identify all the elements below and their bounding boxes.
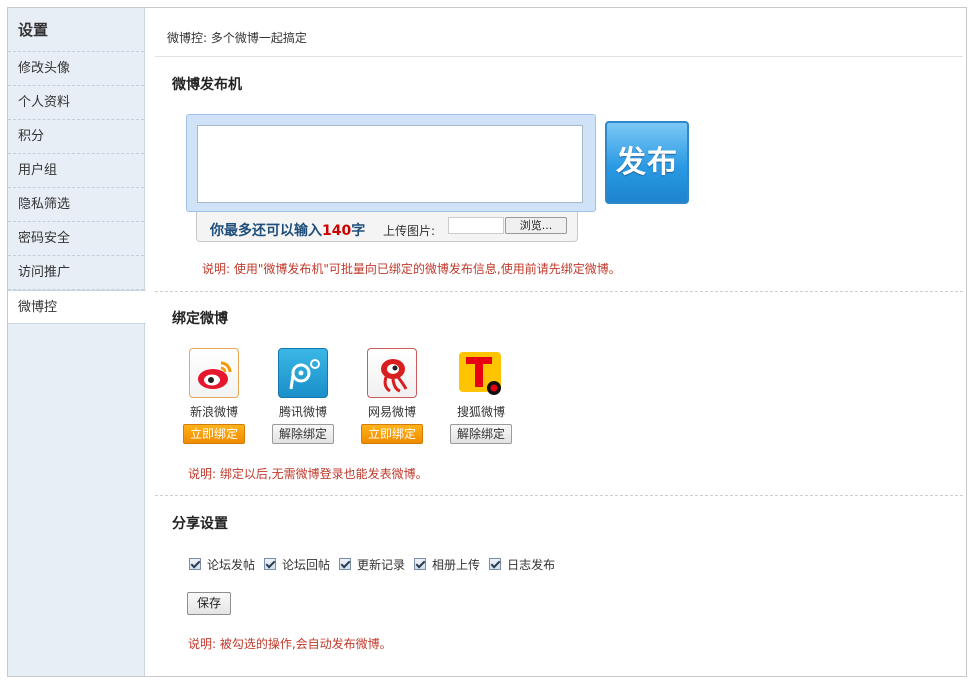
checkbox-forum-reply[interactable] — [264, 558, 277, 570]
sidebar-title: 设置 — [8, 8, 144, 52]
bind-note: 说明: 绑定以后,无需微博登录也能发表微博。 — [188, 467, 428, 481]
upload-file-input[interactable] — [448, 217, 504, 234]
sidebar-item-weibo[interactable]: 微博控 — [8, 290, 146, 324]
bind-title: 绑定微博 — [172, 311, 228, 327]
remaining-suffix: 字 — [351, 223, 366, 239]
service-name: 搜狐微博 — [456, 405, 505, 419]
checkbox-label: 日志发布 — [507, 557, 556, 572]
sohu-weibo-icon — [456, 348, 506, 398]
checkbox-album-upload[interactable] — [414, 558, 427, 570]
publisher-note: 说明: 使用"微博发布机"可批量向已绑定的微博发布信息,使用前请先绑定微博。 — [202, 262, 621, 276]
share-options: 论坛发帖 论坛回帖 更新记录 相册上传 日志发布 — [189, 556, 564, 572]
main-content: 微博控: 多个微博一起搞定 微博发布机 你最多还可以输入140字 上传图片: 浏… — [155, 8, 965, 676]
checkbox-label: 论坛发帖 — [207, 557, 256, 572]
checkbox-label: 相册上传 — [432, 557, 481, 572]
service-sohu: 搜狐微博 解除绑定 — [445, 348, 517, 444]
share-note: 说明: 被勾选的操作,会自动发布微博。 — [188, 637, 392, 651]
unbind-button[interactable]: 解除绑定 — [450, 424, 512, 444]
page-frame: 设置 修改头像 个人资料 积分 用户组 隐私筛选 密码安全 访问推广 微博控 微… — [7, 7, 967, 677]
divider — [155, 291, 963, 292]
save-button[interactable]: 保存 — [187, 592, 231, 615]
service-tencent: 腾讯微博 解除绑定 — [267, 348, 339, 444]
service-netease: 网易微博 立即绑定 — [356, 348, 428, 444]
remaining-prefix: 你最多还可以输入 — [210, 223, 322, 239]
publisher-title: 微博发布机 — [172, 77, 242, 93]
share-title: 分享设置 — [172, 516, 228, 532]
publisher-toolbar: 你最多还可以输入140字 上传图片: 浏览... — [196, 212, 578, 242]
divider — [155, 495, 963, 496]
checkbox-forum-post[interactable] — [189, 558, 201, 570]
bind-button[interactable]: 立即绑定 — [361, 424, 423, 444]
service-name: 腾讯微博 — [278, 405, 327, 419]
divider — [155, 56, 963, 57]
remaining-count: 140 — [322, 223, 352, 239]
service-name: 新浪微博 — [189, 405, 238, 419]
netease-weibo-icon — [367, 348, 417, 398]
checkbox-blog-post[interactable] — [489, 558, 502, 570]
bind-button[interactable]: 立即绑定 — [183, 424, 245, 444]
sidebar-item-credits[interactable]: 积分 — [8, 120, 144, 154]
sidebar: 设置 修改头像 个人资料 积分 用户组 隐私筛选 密码安全 访问推广 微博控 — [8, 8, 146, 676]
sidebar-item-usergroup[interactable]: 用户组 — [8, 154, 144, 188]
sidebar-item-privacy[interactable]: 隐私筛选 — [8, 188, 144, 222]
service-name: 网易微博 — [367, 405, 416, 419]
sina-weibo-icon — [189, 348, 239, 398]
sidebar-item-promotion[interactable]: 访问推广 — [8, 256, 144, 290]
sidebar-item-profile[interactable]: 个人资料 — [8, 86, 144, 120]
checkbox-update-record[interactable] — [339, 558, 352, 570]
publish-button[interactable]: 发布 — [605, 121, 689, 204]
service-sina: 新浪微博 立即绑定 — [178, 348, 250, 444]
checkbox-label: 论坛回帖 — [282, 557, 331, 572]
breadcrumb: 微博控: 多个微博一起搞定 — [167, 31, 307, 45]
unbind-button[interactable]: 解除绑定 — [272, 424, 334, 444]
remaining-chars: 你最多还可以输入140字 — [210, 220, 365, 240]
publisher-textarea[interactable] — [197, 125, 583, 203]
checkbox-label: 更新记录 — [357, 557, 406, 572]
sidebar-item-password[interactable]: 密码安全 — [8, 222, 144, 256]
tencent-weibo-icon — [278, 348, 328, 398]
browse-button[interactable]: 浏览... — [505, 217, 567, 234]
upload-label: 上传图片: — [383, 224, 436, 238]
sidebar-item-avatar[interactable]: 修改头像 — [8, 52, 144, 86]
publisher-box — [186, 114, 596, 212]
